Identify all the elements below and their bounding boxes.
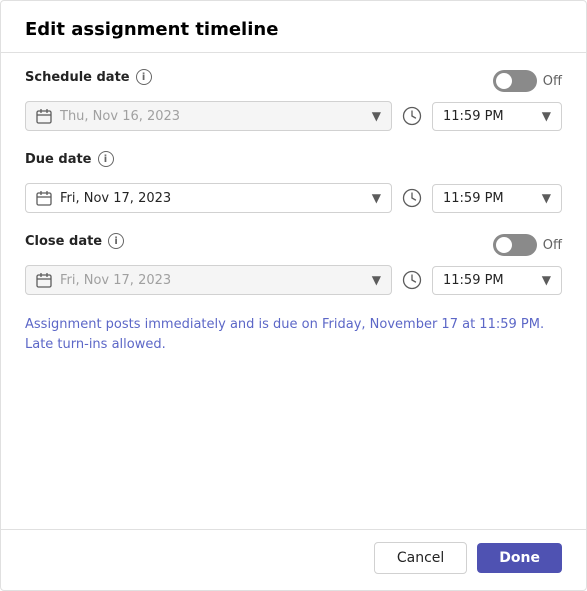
due-time-chevron-icon: ▼	[542, 191, 551, 205]
schedule-date-value: Thu, Nov 16, 2023	[60, 109, 364, 124]
schedule-date-time-row: Thu, Nov 16, 2023 ▼ 11:59 PM ▼	[25, 101, 562, 131]
schedule-date-toggle-label: Off	[543, 74, 562, 89]
close-date-picker[interactable]: Fri, Nov 17, 2023 ▼	[25, 265, 392, 295]
dialog-footer: Cancel Done	[1, 529, 586, 590]
due-date-chevron-icon: ▼	[372, 191, 381, 205]
due-date-time-row: Fri, Nov 17, 2023 ▼ 11:59 PM ▼	[25, 183, 562, 213]
schedule-time-chevron-icon: ▼	[542, 109, 551, 123]
due-time-value: 11:59 PM	[443, 191, 534, 206]
schedule-date-toggle-knob	[496, 73, 512, 89]
schedule-time-picker[interactable]: 11:59 PM ▼	[432, 102, 562, 131]
dialog-body: Schedule date i Off	[1, 53, 586, 529]
close-date-time-row: Fri, Nov 17, 2023 ▼ 11:59 PM ▼	[25, 265, 562, 295]
close-date-toggle-label: Off	[543, 238, 562, 253]
schedule-date-info-icon[interactable]: i	[136, 69, 152, 85]
due-date-value: Fri, Nov 17, 2023	[60, 191, 364, 206]
close-date-label-row: Close date i	[25, 233, 124, 249]
due-time-clock-icon	[402, 188, 422, 208]
assignment-info-text: Assignment posts immediately and is due …	[25, 315, 562, 354]
schedule-date-header: Schedule date i Off	[25, 69, 562, 93]
close-date-info-icon[interactable]: i	[108, 233, 124, 249]
due-calendar-icon	[36, 190, 52, 206]
schedule-time-value: 11:59 PM	[443, 109, 534, 124]
close-date-chevron-icon: ▼	[372, 273, 381, 287]
due-date-picker[interactable]: Fri, Nov 17, 2023 ▼	[25, 183, 392, 213]
close-date-label: Close date	[25, 234, 102, 249]
schedule-date-chevron-icon: ▼	[372, 109, 381, 123]
schedule-time-clock-icon	[402, 106, 422, 126]
schedule-date-label-row: Schedule date i	[25, 69, 152, 85]
schedule-date-toggle-wrapper: Off	[493, 70, 562, 92]
close-date-value: Fri, Nov 17, 2023	[60, 273, 364, 288]
due-date-section: Due date i Fri, Nov 17, 2023 ▼	[25, 151, 562, 213]
edit-assignment-dialog: Edit assignment timeline Schedule date i…	[0, 0, 587, 591]
dialog-header: Edit assignment timeline	[1, 1, 586, 53]
close-time-picker[interactable]: 11:59 PM ▼	[432, 266, 562, 295]
cancel-button[interactable]: Cancel	[374, 542, 467, 574]
close-time-chevron-icon: ▼	[542, 273, 551, 287]
calendar-icon	[36, 108, 52, 124]
due-date-label: Due date	[25, 152, 92, 167]
close-date-header: Close date i Off	[25, 233, 562, 257]
due-date-label-row: Due date i	[25, 151, 114, 167]
due-date-info-icon[interactable]: i	[98, 151, 114, 167]
dialog-title: Edit assignment timeline	[25, 19, 562, 40]
schedule-date-section: Schedule date i Off	[25, 69, 562, 131]
schedule-date-label: Schedule date	[25, 70, 130, 85]
schedule-date-picker[interactable]: Thu, Nov 16, 2023 ▼	[25, 101, 392, 131]
close-date-toggle-wrapper: Off	[493, 234, 562, 256]
close-calendar-icon	[36, 272, 52, 288]
close-date-toggle-knob	[496, 237, 512, 253]
close-date-toggle[interactable]	[493, 234, 537, 256]
close-time-value: 11:59 PM	[443, 273, 534, 288]
close-time-clock-icon	[402, 270, 422, 290]
close-date-section: Close date i Off	[25, 233, 562, 295]
due-time-picker[interactable]: 11:59 PM ▼	[432, 184, 562, 213]
due-date-header: Due date i	[25, 151, 562, 175]
done-button[interactable]: Done	[477, 543, 562, 573]
schedule-date-toggle[interactable]	[493, 70, 537, 92]
